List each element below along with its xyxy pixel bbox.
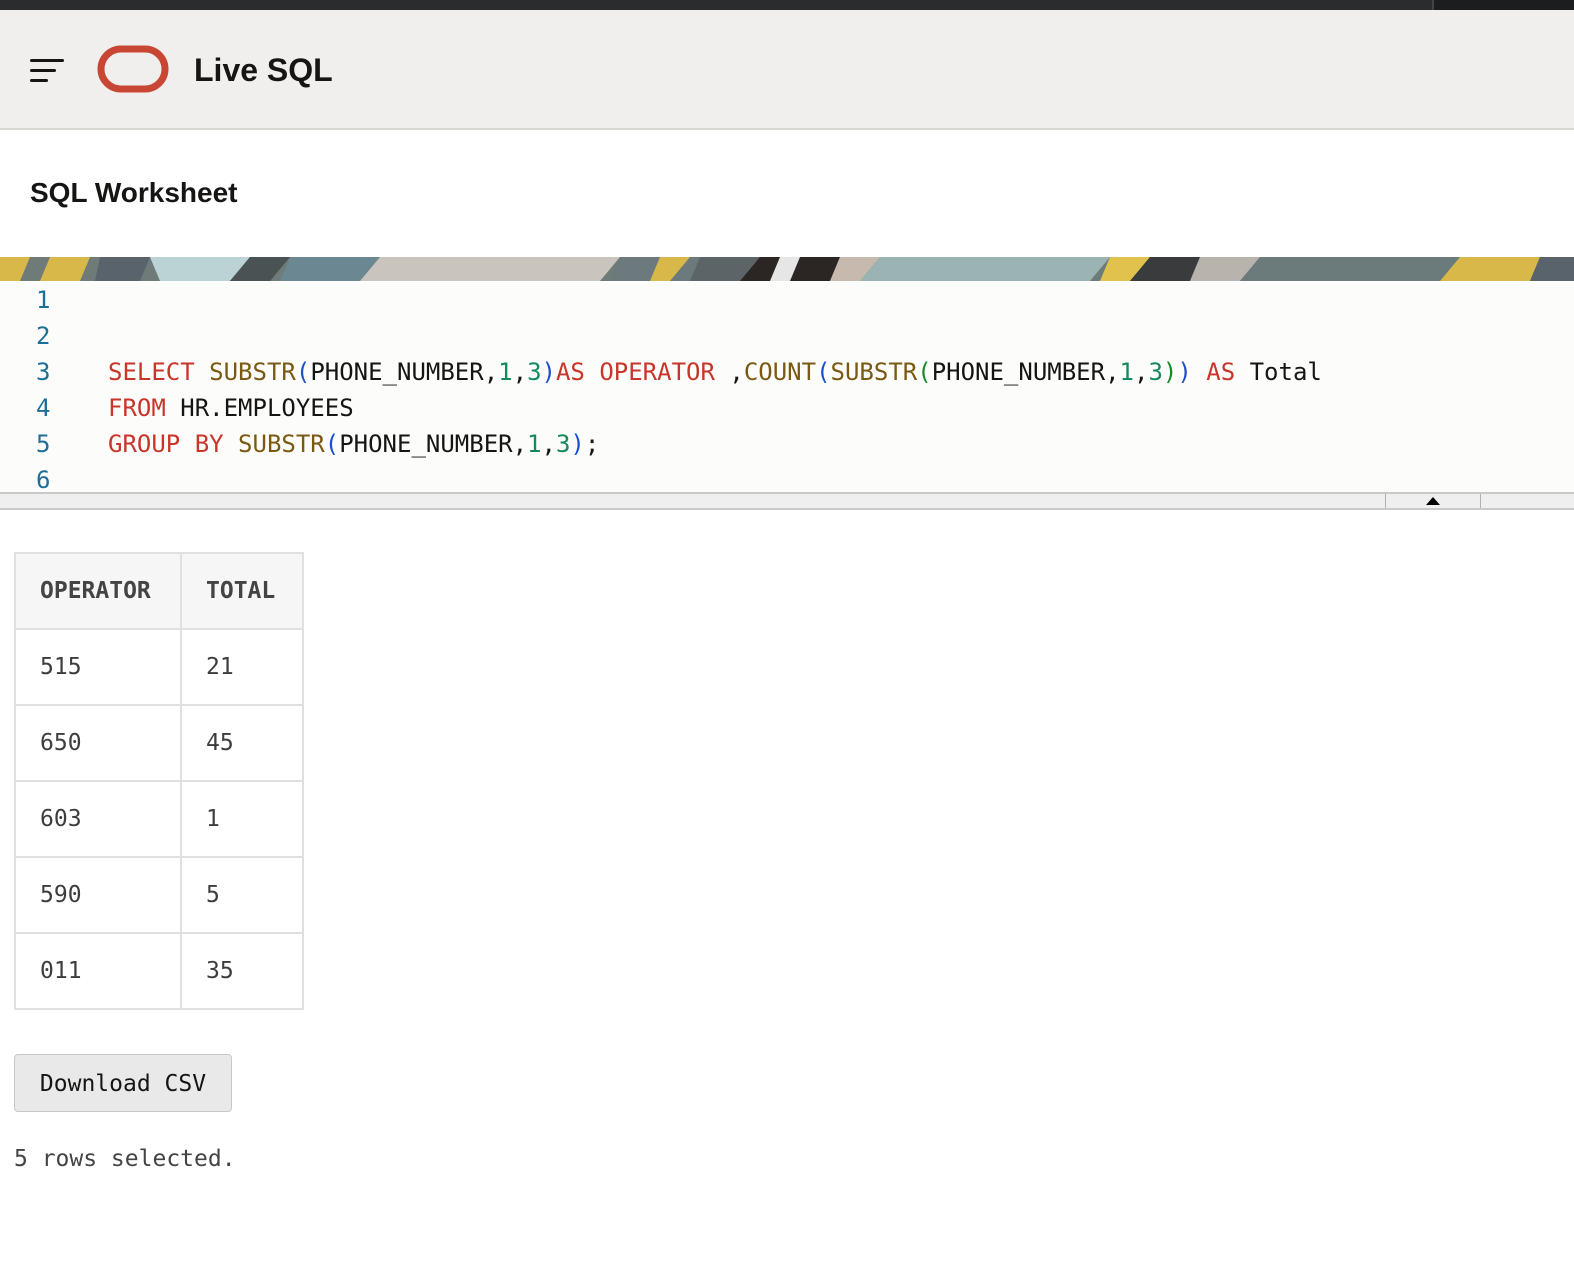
line-number: 4 bbox=[36, 394, 51, 422]
code-token: SUBSTR bbox=[209, 358, 296, 386]
cell-operator: 011 bbox=[14, 932, 182, 1010]
code-token: 1 bbox=[1119, 358, 1134, 386]
code-token: COUNT bbox=[743, 358, 817, 386]
code-token: , bbox=[512, 358, 528, 386]
code-line[interactable]: 4 FROM HR.EMPLOYEES bbox=[0, 390, 1574, 426]
oracle-logo-icon bbox=[97, 45, 169, 93]
code-token: 3 bbox=[527, 358, 542, 386]
hamburger-menu-icon[interactable] bbox=[30, 57, 66, 85]
line-number: 2 bbox=[36, 322, 51, 350]
cell-operator: 590 bbox=[14, 856, 182, 934]
line-number: 1 bbox=[36, 286, 51, 314]
table-row: 590 5 bbox=[14, 856, 304, 934]
code-token: SUBSTR bbox=[238, 430, 325, 458]
code-text: FROM HR.EMPLOYEES bbox=[108, 390, 354, 426]
code-token: ) bbox=[570, 430, 585, 458]
cell-total: 1 bbox=[180, 780, 304, 858]
code-token: 3 bbox=[555, 430, 571, 458]
sql-editor[interactable]: 1 2 3 SELECT SUBSTR(PHONE_NUMBER,1,3)AS OPE… bbox=[0, 282, 1574, 494]
column-header-operator: OPERATOR bbox=[14, 552, 182, 630]
code-token: , bbox=[541, 430, 556, 458]
table-row: 515 21 bbox=[14, 628, 304, 706]
code-line[interactable]: 1 bbox=[0, 282, 1574, 318]
code-text: SELECT SUBSTR(PHONE_NUMBER,1,3)AS OPERAT… bbox=[108, 354, 1322, 390]
table-row: 650 45 bbox=[14, 704, 304, 782]
hamburger-line bbox=[30, 79, 48, 82]
code-text: GROUP BY SUBSTR(PHONE_NUMBER,1,3); bbox=[108, 426, 599, 462]
hamburger-line bbox=[30, 69, 56, 72]
code-token: PHONE_NUMBER, bbox=[931, 358, 1120, 386]
banner-pattern bbox=[0, 257, 1574, 281]
cell-operator: 650 bbox=[14, 704, 182, 782]
cell-operator: 603 bbox=[14, 780, 182, 858]
cell-total: 21 bbox=[180, 628, 304, 706]
code-token: 3 bbox=[1148, 358, 1163, 386]
code-token: GROUP BY bbox=[108, 430, 224, 458]
worksheet-title: SQL Worksheet bbox=[30, 177, 238, 208]
code-token: AS bbox=[1206, 358, 1236, 386]
pane-splitter[interactable] bbox=[0, 492, 1574, 510]
code-token: OPERATOR bbox=[599, 358, 715, 386]
table-header-row: OPERATOR TOTAL bbox=[14, 552, 304, 630]
rows-selected-status: 5 rows selected. bbox=[14, 1146, 236, 1172]
cell-total: 35 bbox=[180, 932, 304, 1010]
table-row: 011 35 bbox=[14, 932, 304, 1010]
column-header-total: TOTAL bbox=[180, 552, 304, 630]
code-line[interactable]: 2 bbox=[0, 318, 1574, 354]
code-token: ; bbox=[584, 430, 600, 458]
code-token: , bbox=[714, 358, 744, 386]
cell-total: 5 bbox=[180, 856, 304, 934]
cell-operator: 515 bbox=[14, 628, 182, 706]
code-token: PHONE_NUMBER, bbox=[339, 430, 528, 458]
code-token: ( bbox=[917, 358, 932, 386]
code-token: ) bbox=[1177, 358, 1192, 386]
results-table: OPERATOR TOTAL 515 21 650 45 603 1 590 5… bbox=[14, 552, 304, 1010]
browser-top-strip bbox=[0, 0, 1574, 10]
caret-up-icon bbox=[1426, 497, 1440, 505]
collapse-editor-handle[interactable] bbox=[1385, 494, 1481, 508]
line-number: 5 bbox=[36, 430, 51, 458]
code-token: Total bbox=[1235, 358, 1322, 386]
code-token: ( bbox=[324, 430, 340, 458]
code-token: HR.EMPLOYEES bbox=[165, 394, 354, 422]
browser-top-strip-segment bbox=[1432, 0, 1574, 10]
decorative-banner bbox=[0, 257, 1574, 281]
code-line[interactable]: 3 SELECT SUBSTR(PHONE_NUMBER,1,3)AS OPERA… bbox=[0, 354, 1574, 390]
hamburger-line bbox=[30, 59, 64, 62]
code-token: ) bbox=[541, 358, 556, 386]
code-token: 1 bbox=[498, 358, 513, 386]
code-token: ) bbox=[1162, 358, 1178, 386]
code-line[interactable]: 5 GROUP BY SUBSTR(PHONE_NUMBER,1,3); bbox=[0, 426, 1574, 462]
code-token: SELECT bbox=[108, 358, 195, 386]
download-csv-button[interactable]: Download CSV bbox=[14, 1054, 232, 1112]
code-token: PHONE_NUMBER, bbox=[310, 358, 499, 386]
line-number: 3 bbox=[36, 358, 51, 386]
table-row: 603 1 bbox=[14, 780, 304, 858]
cell-total: 45 bbox=[180, 704, 304, 782]
code-token: AS bbox=[555, 358, 585, 386]
app-title: Live SQL bbox=[194, 52, 333, 88]
code-token: ( bbox=[816, 358, 831, 386]
code-token: ( bbox=[295, 358, 311, 386]
code-token: SUBSTR bbox=[830, 358, 918, 386]
code-token: , bbox=[1133, 358, 1149, 386]
code-token: FROM bbox=[108, 394, 166, 422]
app-header: Live SQL bbox=[0, 10, 1574, 130]
code-token: 1 bbox=[527, 430, 542, 458]
